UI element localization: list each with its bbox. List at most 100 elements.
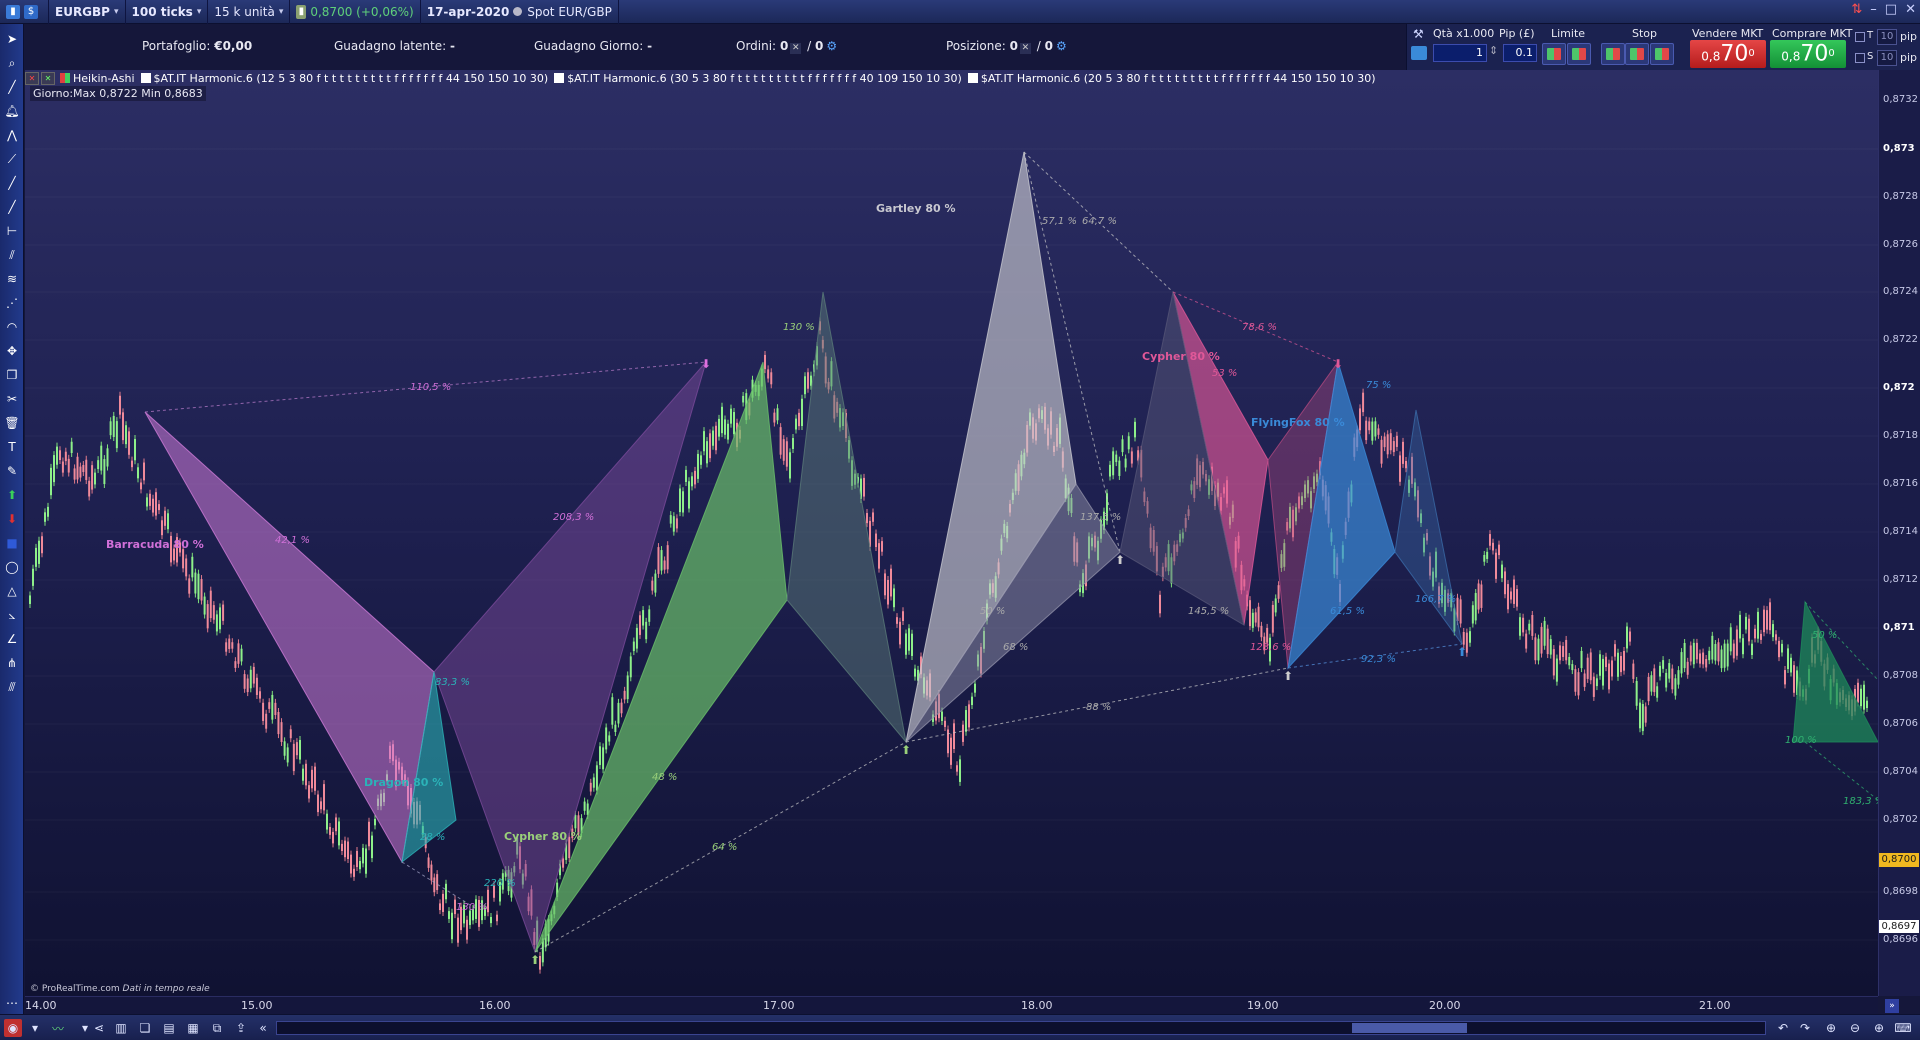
maximize-icon[interactable]: □ — [1885, 2, 1897, 17]
undo-icon[interactable]: ↶ — [1774, 1019, 1792, 1037]
candle-body — [1748, 618, 1750, 642]
candle-body — [374, 818, 376, 826]
y-tick-label: 0,8732 — [1883, 94, 1918, 105]
fib-fan-icon[interactable]: ⋰ — [3, 294, 21, 312]
cursor-icon[interactable]: ➤ — [3, 30, 21, 48]
trash-icon[interactable]: 🗑︎ — [3, 414, 21, 432]
t-pip-input[interactable]: 10 — [1877, 29, 1897, 45]
redo-icon[interactable]: ↷ — [1796, 1019, 1814, 1037]
settings-icon[interactable]: ✕ — [41, 71, 55, 85]
s-pip-input[interactable]: 10 — [1877, 50, 1897, 66]
layout-icon[interactable]: ▥ — [112, 1019, 130, 1037]
chart-style-icon[interactable]: 〰 — [46, 1019, 70, 1037]
move-icon[interactable]: ✥ — [3, 342, 21, 360]
candle-body — [1257, 606, 1260, 628]
indicator-1-label[interactable]: $AT.IT Harmonic.6 (12 5 3 80 f t t t t t… — [154, 72, 549, 85]
indicator-3-label[interactable]: $AT.IT Harmonic.6 (20 5 3 80 f t t t t t… — [981, 72, 1376, 85]
trend-line-icon[interactable]: ⟋ — [3, 150, 21, 168]
sell-market-button[interactable]: 0,8700 — [1690, 40, 1766, 68]
cancel-orders-icon[interactable]: ✕ — [790, 43, 802, 54]
s-checkbox[interactable] — [1855, 53, 1865, 63]
ellipse-icon[interactable]: ◯ — [3, 558, 21, 576]
units-selector[interactable]: 15 k unità ▾ — [208, 0, 291, 24]
symbol-selector[interactable]: EURGBP ▾ — [49, 0, 126, 24]
tools-icon[interactable]: ✂ — [3, 390, 21, 408]
stop-sell-button[interactable] — [1625, 43, 1649, 65]
stop-buy-button[interactable] — [1601, 43, 1625, 65]
indicator-2-label[interactable]: $AT.IT Harmonic.6 (30 5 3 80 f t t t t t… — [567, 72, 962, 85]
buy-market-button[interactable]: 0,8700 — [1770, 40, 1846, 68]
close-position-icon[interactable]: ✕ — [1019, 43, 1031, 54]
candle-body — [1726, 643, 1729, 667]
export-icon[interactable]: ⇪ — [232, 1019, 250, 1037]
fibonacci-icon[interactable]: ≋ — [3, 270, 21, 288]
share-icon[interactable]: ⋖ — [90, 1019, 108, 1037]
screens-icon[interactable]: ▤ — [160, 1019, 178, 1037]
ruler-icon[interactable]: ╱ — [3, 78, 21, 96]
regression-icon[interactable]: ⫻ — [3, 678, 21, 696]
window-icon[interactable]: ❏ — [136, 1019, 154, 1037]
candle-body — [795, 418, 797, 430]
candle-body — [79, 466, 82, 478]
text-icon[interactable]: T — [3, 438, 21, 456]
channel-icon[interactable]: ⫽ — [3, 246, 21, 264]
ticks-selector[interactable]: 100 ticks ▾ — [126, 0, 209, 24]
time-scrollbar[interactable] — [276, 1021, 1766, 1035]
line-icon[interactable]: ╱ — [3, 174, 21, 192]
alert-bell-icon[interactable]: 🔔︎ — [3, 102, 21, 120]
stop-order-button[interactable] — [1650, 43, 1674, 65]
zoom-in-icon[interactable]: ⊕ — [1870, 1019, 1888, 1037]
keyboard-icon[interactable] — [1411, 46, 1427, 60]
gears-icon[interactable]: ⚙ — [826, 39, 837, 53]
more-icon[interactable]: ⋯ — [3, 994, 21, 1012]
stepper-icon[interactable]: ⇕ — [1489, 44, 1498, 57]
copy-icon[interactable]: ❐ — [3, 366, 21, 384]
grid-icon[interactable]: ▦ — [184, 1019, 202, 1037]
ray-icon[interactable]: ╱ — [3, 198, 21, 216]
wrench-icon[interactable]: ⚒ — [1413, 27, 1424, 41]
candle-body — [1702, 652, 1705, 665]
zoom-fit-icon[interactable]: ⊕ — [1822, 1019, 1840, 1037]
pencil-icon[interactable]: ✎ — [3, 462, 21, 480]
angle-icon[interactable]: ∠ — [3, 630, 21, 648]
arrow-down-icon[interactable]: ⬇ — [3, 510, 21, 528]
zigzag-icon[interactable]: ⋀ — [3, 126, 21, 144]
minimize-icon[interactable]: – — [1870, 2, 1877, 17]
arrow-up-icon[interactable]: ⬆ — [3, 486, 21, 504]
sync-icon[interactable]: ⇅ — [1851, 2, 1862, 17]
triangle-icon[interactable]: △ — [3, 582, 21, 600]
arc-icon[interactable]: ◠ — [3, 318, 21, 336]
gears-icon[interactable]: ⚙ — [1056, 39, 1067, 53]
price-chart[interactable]: ⬇ ⬇ ⬆ ⬆ ⬆ ⬆ ⬆ Barracuda 80 % Dragon 80 % Cypher 8… — [25, 70, 1878, 996]
t-checkbox[interactable] — [1855, 32, 1865, 42]
qty-input[interactable]: 1 — [1433, 44, 1487, 62]
chart-canvas[interactable]: ⬇ ⬇ ⬆ ⬆ ⬆ ⬆ ⬆ Barracuda 80 % Dragon 80 % Cypher 8… — [25, 70, 1878, 996]
zoom-out-icon[interactable]: ⊖ — [1846, 1019, 1864, 1037]
windows-icon[interactable]: ⧉ — [208, 1019, 226, 1037]
orders-info[interactable]: Ordini: 0 ✕ / 0 ⚙ — [736, 39, 837, 54]
remove-icon[interactable]: ✕ — [25, 71, 39, 85]
time-axis[interactable]: » 14.00 15.00 16.00 17.00 18.00 19.00 20.00 21.… — [25, 996, 1899, 1014]
current-price-tag: 0,8700 — [1879, 853, 1919, 867]
gann-icon[interactable]: ⦣ — [3, 606, 21, 624]
chevron-down-icon[interactable]: ▾ — [26, 1019, 44, 1037]
candle-body — [97, 460, 100, 470]
heikin-label[interactable]: Heikin-Ashi — [73, 72, 135, 85]
record-icon[interactable]: ◉ — [4, 1019, 22, 1037]
candle-body — [185, 558, 188, 577]
scroll-right-icon[interactable]: » — [1885, 999, 1899, 1013]
zoom-icon[interactable]: ⌕ — [3, 54, 21, 72]
app-menu[interactable]: ▮ $ — [0, 0, 49, 24]
limit-buy-button[interactable] — [1542, 43, 1566, 65]
limit-sell-button[interactable] — [1567, 43, 1591, 65]
keyboard-icon[interactable]: ⌨ — [1894, 1019, 1912, 1037]
position-info[interactable]: Posizione: 0 ✕ / 0 ⚙ — [946, 39, 1067, 54]
rectangle-icon[interactable]: ■ — [3, 534, 21, 552]
double-left-icon[interactable]: « — [254, 1019, 272, 1037]
scrollbar-thumb[interactable] — [1352, 1023, 1467, 1033]
copyright-note: © ProRealTime.com Dati in tempo reale — [30, 984, 210, 994]
pitchfork-icon[interactable]: ⋔ — [3, 654, 21, 672]
horizontal-line-icon[interactable]: ⊢ — [3, 222, 21, 240]
pip-input[interactable]: 0.1 — [1503, 44, 1537, 62]
close-icon[interactable]: ✕ — [1905, 2, 1916, 17]
